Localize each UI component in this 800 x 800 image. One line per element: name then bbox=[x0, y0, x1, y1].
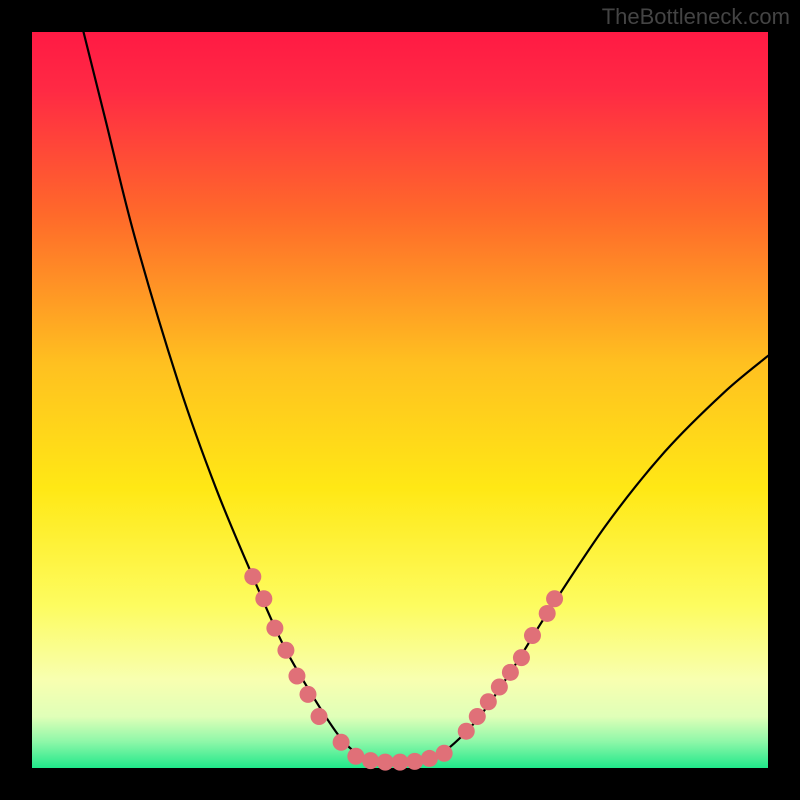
marker-dot bbox=[333, 734, 350, 751]
marker-dot bbox=[480, 693, 497, 710]
plot-background bbox=[32, 32, 768, 768]
marker-dot bbox=[311, 708, 328, 725]
marker-dot bbox=[458, 723, 475, 740]
marker-dot bbox=[513, 649, 530, 666]
marker-dot bbox=[469, 708, 486, 725]
bottleneck-chart bbox=[0, 0, 800, 800]
marker-dot bbox=[524, 627, 541, 644]
marker-dot bbox=[546, 590, 563, 607]
marker-dot bbox=[377, 754, 394, 771]
marker-dot bbox=[288, 668, 305, 685]
marker-dot bbox=[255, 590, 272, 607]
marker-dot bbox=[491, 679, 508, 696]
marker-dot bbox=[421, 750, 438, 767]
marker-dot bbox=[300, 686, 317, 703]
marker-dot bbox=[539, 605, 556, 622]
marker-dot bbox=[436, 745, 453, 762]
marker-dot bbox=[502, 664, 519, 681]
marker-dot bbox=[362, 752, 379, 769]
chart-container: TheBottleneck.com bbox=[0, 0, 800, 800]
marker-dot bbox=[277, 642, 294, 659]
watermark-label: TheBottleneck.com bbox=[602, 4, 790, 30]
marker-dot bbox=[347, 748, 364, 765]
marker-dot bbox=[392, 754, 409, 771]
marker-dot bbox=[266, 620, 283, 637]
marker-dot bbox=[406, 753, 423, 770]
marker-dot bbox=[244, 568, 261, 585]
